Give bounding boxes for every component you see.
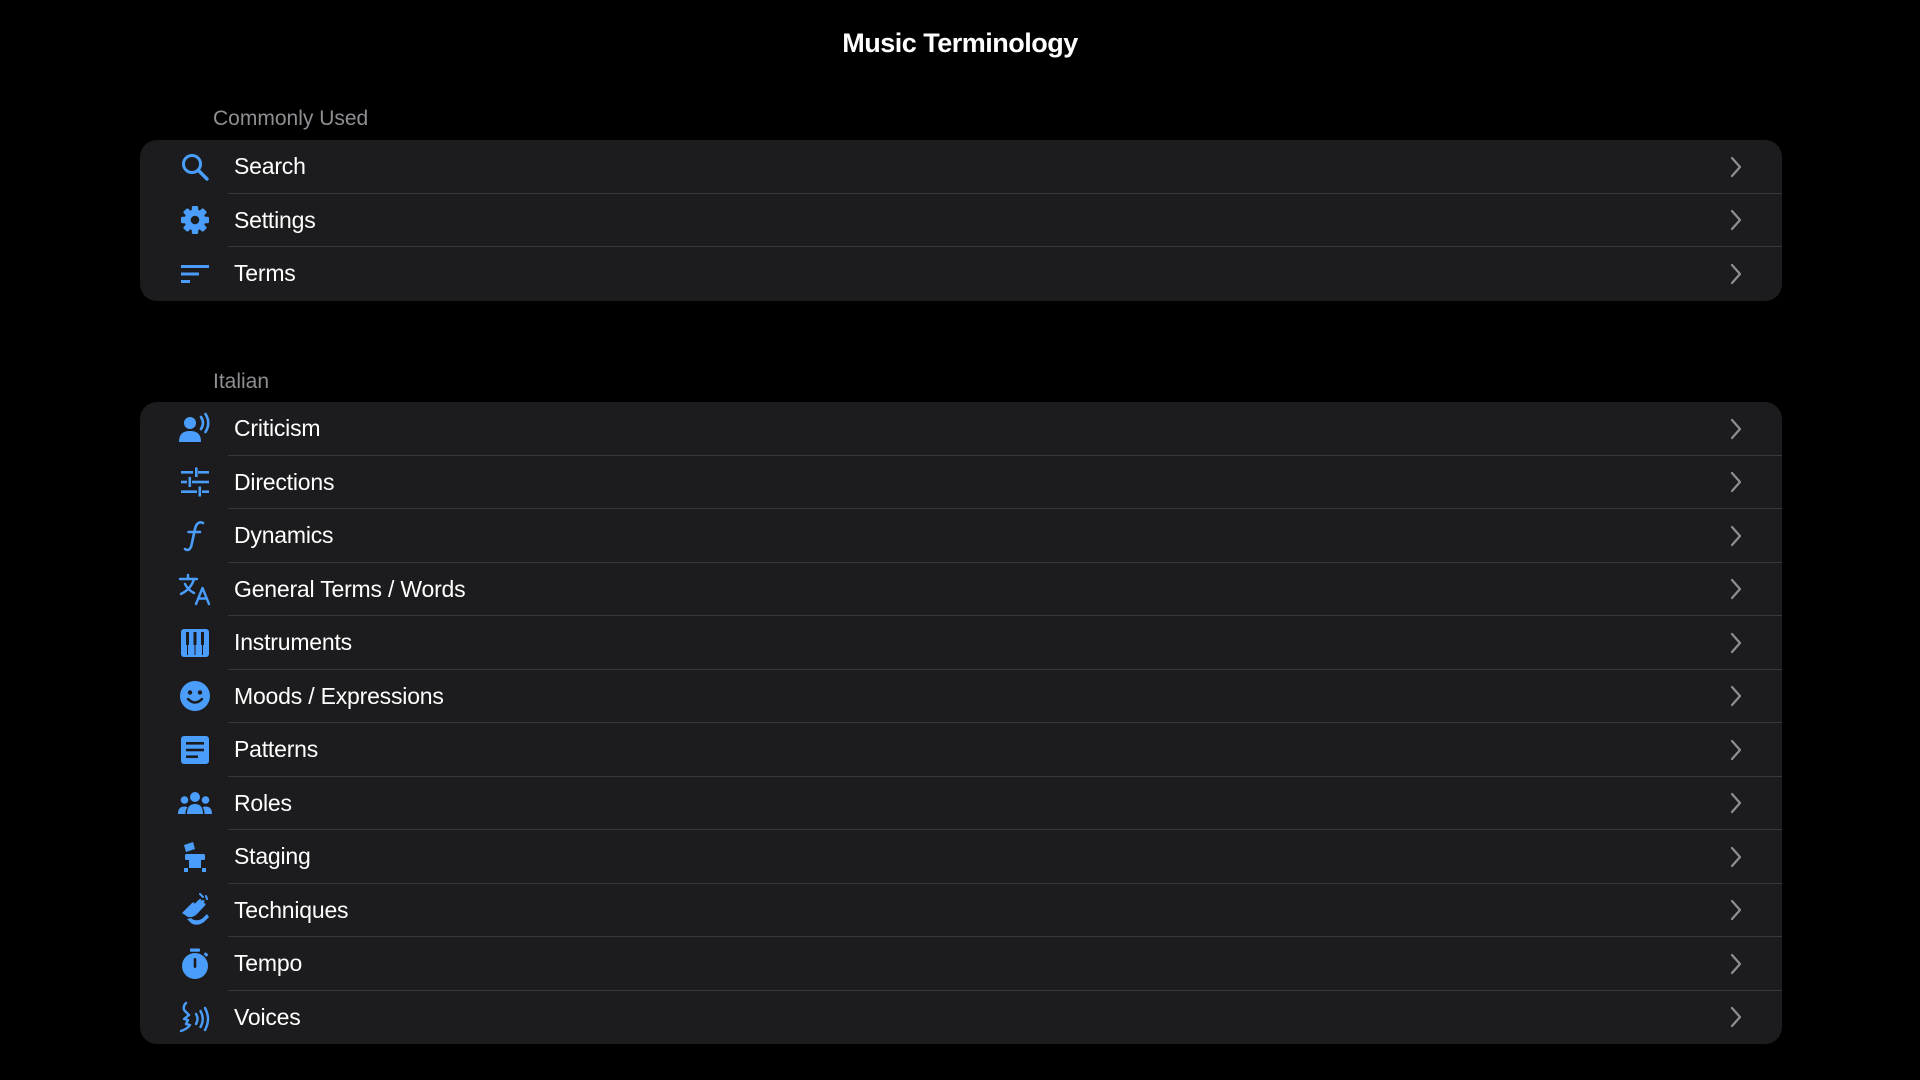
chevron-right-icon [1728,844,1744,870]
list-item-dynamics[interactable]: Dynamics [140,509,1782,563]
list-item-label: Patterns [234,736,319,763]
list-item-roles[interactable]: Roles [140,777,1782,830]
voice-wave-icon [178,1000,212,1034]
list-item-label: Moods / Expressions [234,682,444,709]
chevron-right-icon [1728,261,1744,287]
chevron-right-icon [1728,576,1744,602]
chevron-right-icon [1728,1004,1744,1030]
list-item-label: Staging [234,843,311,870]
list-item-label: Techniques [234,896,349,923]
chevron-right-icon [1728,523,1744,549]
list-item-settings[interactable]: Settings [140,194,1782,247]
list-item-techniques[interactable]: Techniques [140,884,1782,937]
list-item-moods-expressions[interactable]: Moods / Expressions [140,670,1782,723]
group-people-icon [178,786,212,820]
list-item-label: Terms [234,260,296,287]
chevron-right-icon [1728,737,1744,763]
section-header-italian: Italian [213,370,270,393]
list-item-tempo[interactable]: Tempo [140,937,1782,991]
list-item-voices[interactable]: Voices [140,991,1782,1045]
chair-icon [178,840,212,874]
chevron-right-icon [1728,416,1744,442]
list-item-criticism[interactable]: Criticism [140,402,1782,456]
gear-icon [178,203,212,237]
smiley-face-icon [178,679,212,713]
list-item-label: Roles [234,789,292,816]
hands-gesture-icon [178,893,212,927]
chevron-right-icon [1728,469,1744,495]
list-item-terms[interactable]: Terms [140,247,1782,301]
piano-icon [178,626,212,660]
commonly-used-list: Search Settings Terms [140,140,1782,301]
notes-text-icon [178,733,212,767]
chevron-right-icon [1728,683,1744,709]
list-item-label: Voices [234,1003,301,1030]
chevron-right-icon [1728,154,1744,180]
list-item-patterns[interactable]: Patterns [140,723,1782,777]
chevron-right-icon [1728,790,1744,816]
list-item-staging[interactable]: Staging [140,830,1782,884]
list-item-label: Directions [234,468,335,495]
section-header-commonly-used: Commonly Used [213,107,369,130]
sort-lines-icon [178,257,212,291]
chevron-right-icon [1728,951,1744,977]
list-item-label: Search [234,153,306,180]
list-item-general-terms-words[interactable]: General Terms / Words [140,563,1782,616]
list-item-label: Settings [234,206,316,233]
list-item-label: Dynamics [234,522,334,549]
stopwatch-icon [178,947,212,981]
list-item-label: Criticism [234,415,321,442]
search-icon [178,150,212,184]
chevron-right-icon [1728,207,1744,233]
page-title: Music Terminology [842,28,1078,58]
translate-icon [178,572,212,606]
sliders-icon [178,465,212,499]
chevron-right-icon [1728,630,1744,656]
list-item-search[interactable]: Search [140,140,1782,194]
list-item-label: Tempo [234,950,303,977]
forte-f-icon [178,519,212,553]
chevron-right-icon [1728,897,1744,923]
list-item-label: Instruments [234,629,352,656]
italian-list: Criticism Directions Dynamics General Te… [140,402,1782,1044]
person-speaking-icon [178,412,212,446]
list-item-label: General Terms / Words [234,575,466,602]
list-item-directions[interactable]: Directions [140,456,1782,509]
list-item-instruments[interactable]: Instruments [140,616,1782,670]
